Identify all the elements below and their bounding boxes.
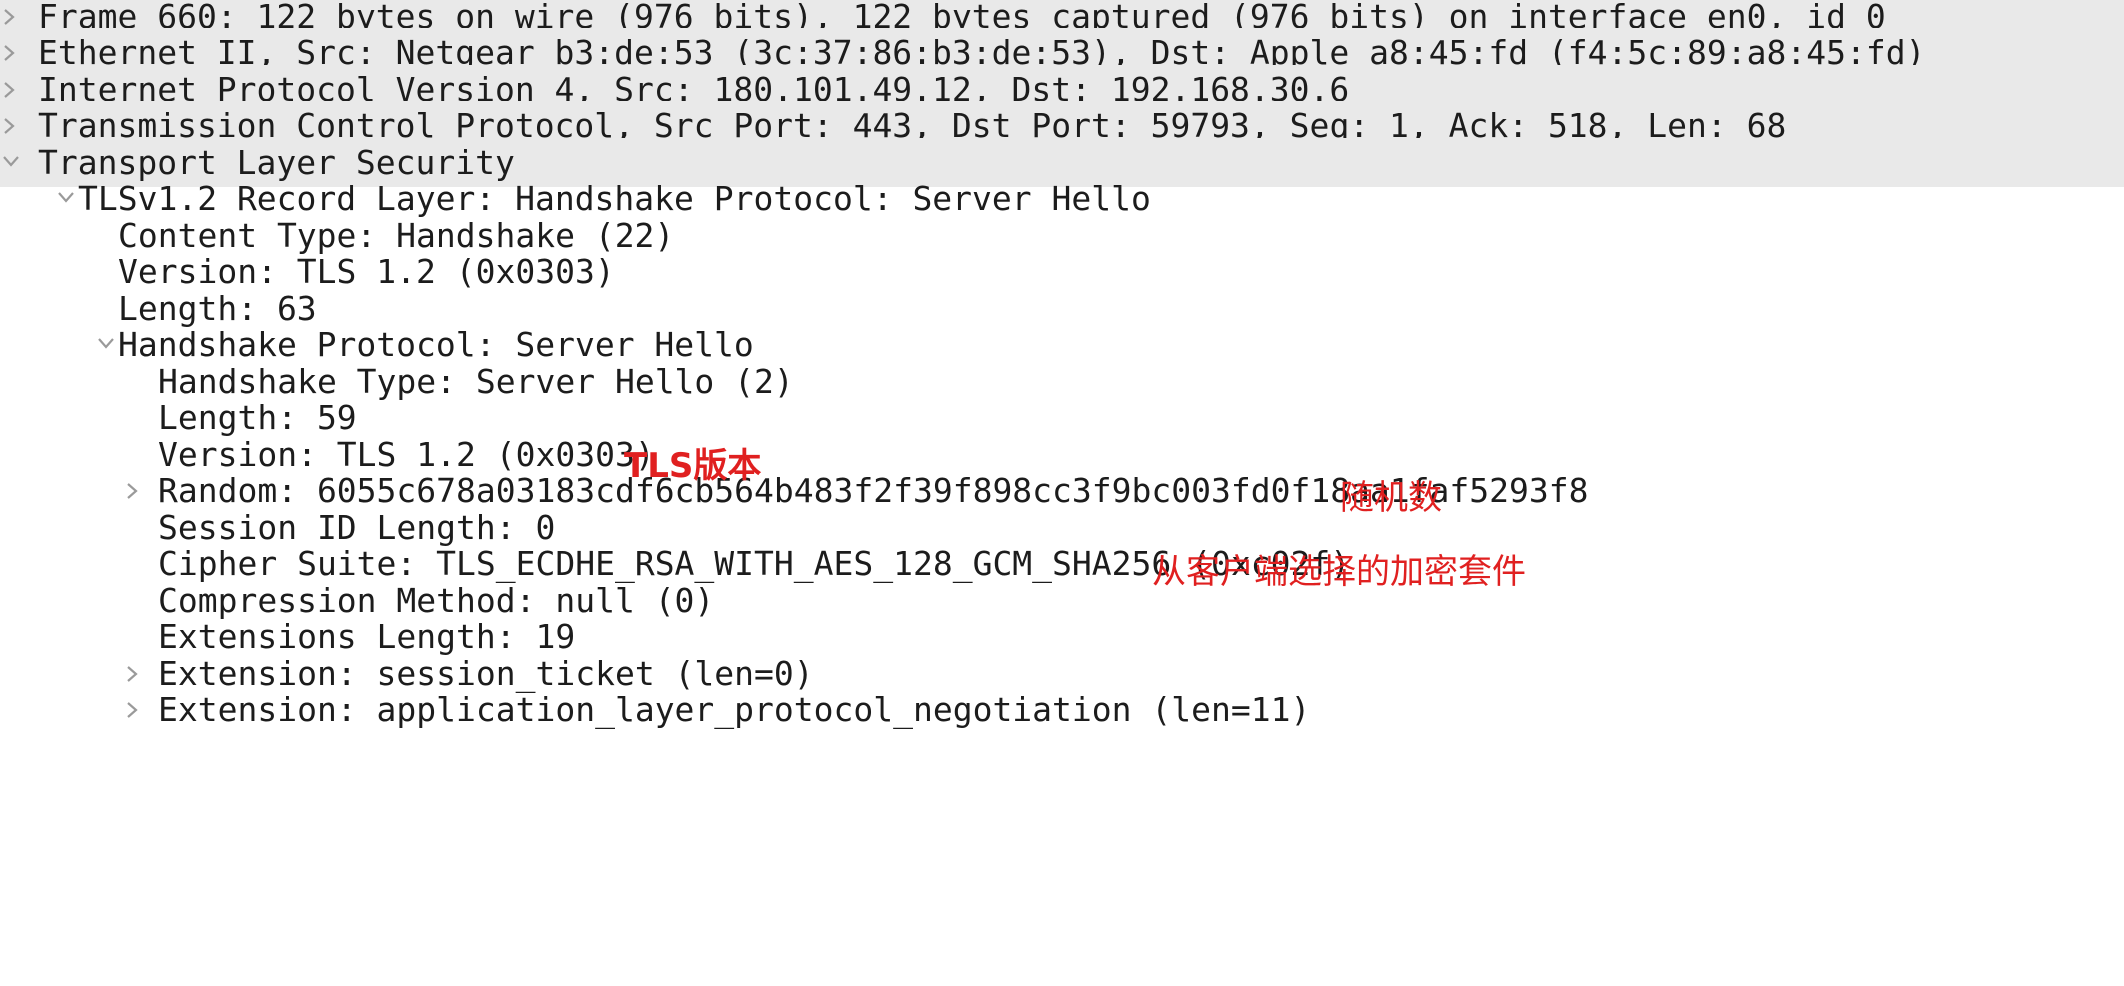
annotation-tls-version: TLS版本 (624, 446, 762, 486)
chevron-right-icon[interactable] (117, 685, 147, 734)
annotation-random-number: 随机数 (1340, 478, 1442, 518)
packet-details-tree: Frame 660: 122 bytes on wire (976 bits),… (0, 0, 2124, 986)
annotation-cipher-suite: 从客户端选择的加密套件 (1152, 552, 1526, 592)
ext-alpn-label: Extension: application_layer_protocol_ne… (158, 690, 1311, 729)
tree-row-ext-alpn[interactable]: Extension: application_layer_protocol_ne… (0, 685, 2124, 734)
